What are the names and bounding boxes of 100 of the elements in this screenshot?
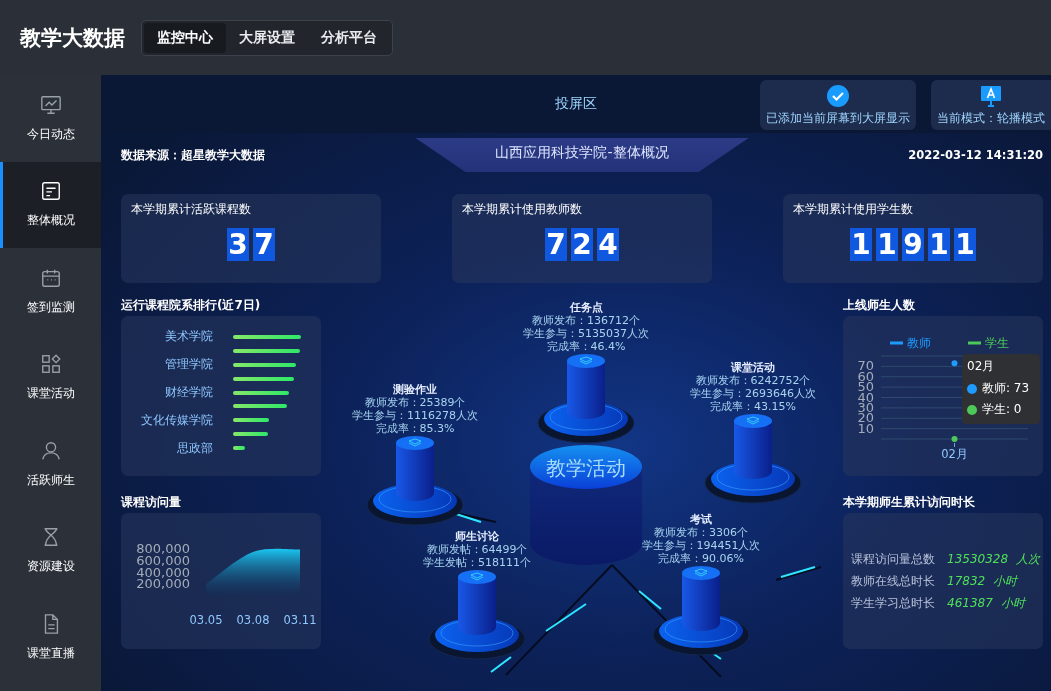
metric-value: 17832 — [947, 574, 986, 588]
node-stat: 学生发帖：518111个 — [422, 556, 532, 569]
data-point — [951, 360, 958, 367]
ranking-bar — [233, 334, 301, 339]
digit-tile: 3 — [227, 228, 249, 261]
node-stat: 学生参与：5135037人次 — [522, 327, 650, 340]
legend-label: 教师 — [907, 336, 931, 350]
node-stat: 完成率：90.06% — [657, 552, 745, 565]
node-title: 任务点 — [568, 301, 604, 314]
document-icon — [39, 180, 62, 203]
digit-tile: 1 — [928, 228, 950, 261]
ranking-bar — [233, 418, 269, 423]
digit-tile: 2 — [571, 228, 593, 261]
ranking-bar — [233, 348, 300, 353]
node-stat: 教师发布：25389个 — [363, 396, 467, 409]
ranking-bar — [233, 362, 296, 367]
app-title: 教学大数据 — [20, 24, 125, 52]
metric-unit: 小时 — [1000, 594, 1025, 612]
tick-mark — [954, 442, 955, 448]
light-streak — [780, 566, 816, 578]
sidebar-item[interactable]: 今日动态 — [0, 75, 101, 162]
axis-label: 02月 — [941, 447, 968, 461]
ranking-bar — [233, 376, 294, 381]
digit-tile: 9 — [902, 228, 924, 261]
section-title: 课程访问量 — [121, 494, 182, 510]
tooltip-value: 教师: 73 — [982, 380, 1030, 397]
person-icon — [39, 439, 62, 462]
hub-label: 教学活动 — [545, 455, 627, 482]
nav-tab[interactable]: 监控中心 — [144, 22, 226, 53]
node-title: 测验作业 — [392, 383, 438, 396]
node-stat: 教师发帖：64499个 — [425, 543, 529, 556]
connector-line — [775, 566, 822, 581]
legend-label: 学生 — [985, 336, 1009, 350]
node-stat: 学生参与：194451人次 — [640, 539, 762, 552]
axis-label: 10 — [857, 420, 874, 436]
node-title: 考试 — [689, 513, 713, 526]
metric-label: 教师在线总时长 — [851, 572, 936, 590]
digit-tile: 1 — [850, 228, 872, 261]
metric-value: 461387 — [947, 596, 993, 610]
node-stat: 完成率：85.3% — [374, 422, 456, 435]
section-title: 运行课程院系排行(近7日) — [121, 297, 262, 313]
toolbar-button[interactable]: 已添加当前屏幕到大屏显示 — [760, 80, 916, 130]
ranking-bar — [233, 404, 287, 409]
sidebar-item[interactable]: 签到监测 — [0, 248, 101, 335]
department-label: 财经学院 — [164, 385, 213, 400]
node-stat: 完成率：43.15% — [709, 400, 797, 413]
toolbar-button[interactable]: 当前模式：轮播模式 — [931, 80, 1051, 130]
metric-value: 13530328 — [947, 552, 1009, 566]
check-circle-icon — [827, 85, 849, 107]
axis-label: 03.08 — [236, 613, 270, 627]
axis-label: 03.05 — [189, 613, 223, 627]
tooltip-title: 02月 — [967, 358, 996, 375]
digit-tile: 7 — [253, 228, 275, 261]
ranking-bar — [233, 432, 268, 437]
metric-label: 学生学习总时长 — [851, 594, 936, 612]
data-point — [951, 436, 958, 442]
node-stat: 学生参与：2693646人次 — [689, 387, 817, 400]
node-stat: 学生参与：1116278人次 — [351, 409, 479, 422]
department-label: 文化传媒学院 — [140, 412, 213, 428]
department-label: 管理学院 — [164, 357, 213, 373]
legend-item[interactable]: 教师 — [890, 336, 931, 350]
sidebar-item[interactable]: 课堂活动 — [0, 334, 101, 421]
ranking-bar — [233, 390, 289, 395]
sidebar-item[interactable]: 课堂直播 — [0, 594, 101, 681]
metric-label: 课程访问量总数 — [851, 550, 936, 568]
node-stat: 教师发布：3306个 — [653, 526, 749, 539]
legend-item[interactable]: 学生 — [968, 336, 1009, 350]
ranking-bar — [233, 446, 245, 451]
light-streak — [545, 603, 587, 632]
digit-tile: 1 — [876, 228, 898, 261]
department-label: 思政部 — [176, 440, 213, 456]
node-stat: 完成率：46.4% — [545, 340, 627, 353]
digit-tile: 7 — [545, 228, 567, 261]
title-banner: 山西应用科技学院-整体概况 — [415, 138, 749, 172]
department-label: 美术学院 — [164, 329, 213, 345]
light-streak — [638, 590, 662, 610]
monitor-icon — [980, 85, 1002, 107]
sidebar-item[interactable]: 整体概况 — [0, 161, 101, 248]
digit-tile: 4 — [597, 228, 619, 261]
digit-tile: 1 — [954, 228, 976, 261]
stat-label: 本学期累计使用教师数 — [462, 202, 583, 217]
metric-unit: 小时 — [993, 572, 1018, 590]
node-stat: 教师发布：6242752个 — [694, 374, 812, 387]
sidebar-item[interactable]: 资源建设 — [0, 507, 101, 594]
stat-label: 本学期累计活跃课程数 — [131, 202, 252, 217]
nav-tab[interactable]: 大屏设置 — [226, 22, 308, 53]
shapes-icon — [39, 353, 62, 376]
light-streak — [455, 513, 482, 523]
nav-tab[interactable]: 分析平台 — [308, 22, 390, 53]
node-stat: 教师发布：136712个 — [531, 314, 641, 327]
light-streak — [490, 656, 512, 673]
data-source-text: 数据来源：超星教学大数据 — [121, 147, 266, 163]
axis-label: 03.11 — [283, 613, 317, 627]
tooltip-value: 学生: 0 — [982, 401, 1022, 418]
datetime-text: 2022-03-12 14:31:20 — [907, 148, 1043, 162]
sidebar-item[interactable]: 活跃师生 — [0, 421, 101, 508]
stat-label: 本学期累计使用学生数 — [793, 202, 914, 217]
section-title: 本学期师生累计访问时长 — [843, 494, 976, 510]
line-chart-icon — [39, 93, 62, 116]
axis-label: 800,000 — [136, 541, 190, 556]
